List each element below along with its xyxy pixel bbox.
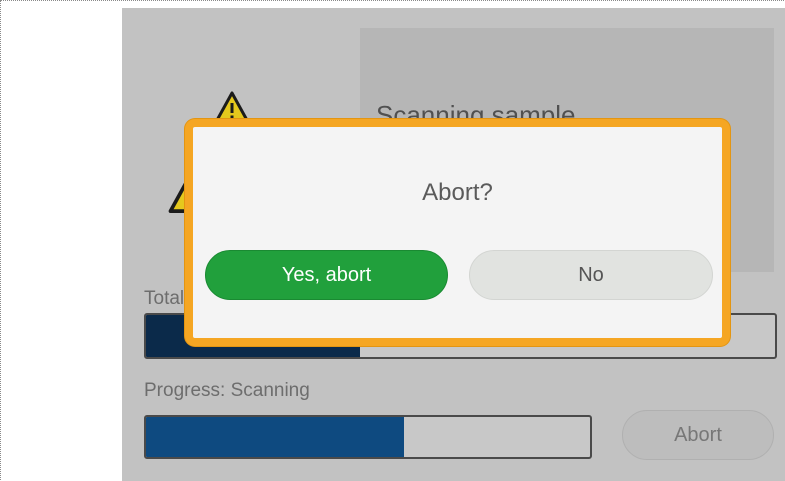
total-label: Total bbox=[144, 288, 185, 309]
abort-button[interactable]: Abort bbox=[622, 410, 774, 460]
dialog-title: Abort? bbox=[422, 179, 493, 206]
cancel-button[interactable]: No bbox=[469, 250, 713, 300]
scan-progress-bar bbox=[144, 415, 592, 459]
abort-confirm-dialog: Abort? Yes, abort No bbox=[185, 119, 730, 346]
progress-label: Progress: Scanning bbox=[144, 380, 310, 401]
confirm-abort-button[interactable]: Yes, abort bbox=[205, 250, 448, 300]
scan-progress-fill bbox=[146, 417, 404, 457]
